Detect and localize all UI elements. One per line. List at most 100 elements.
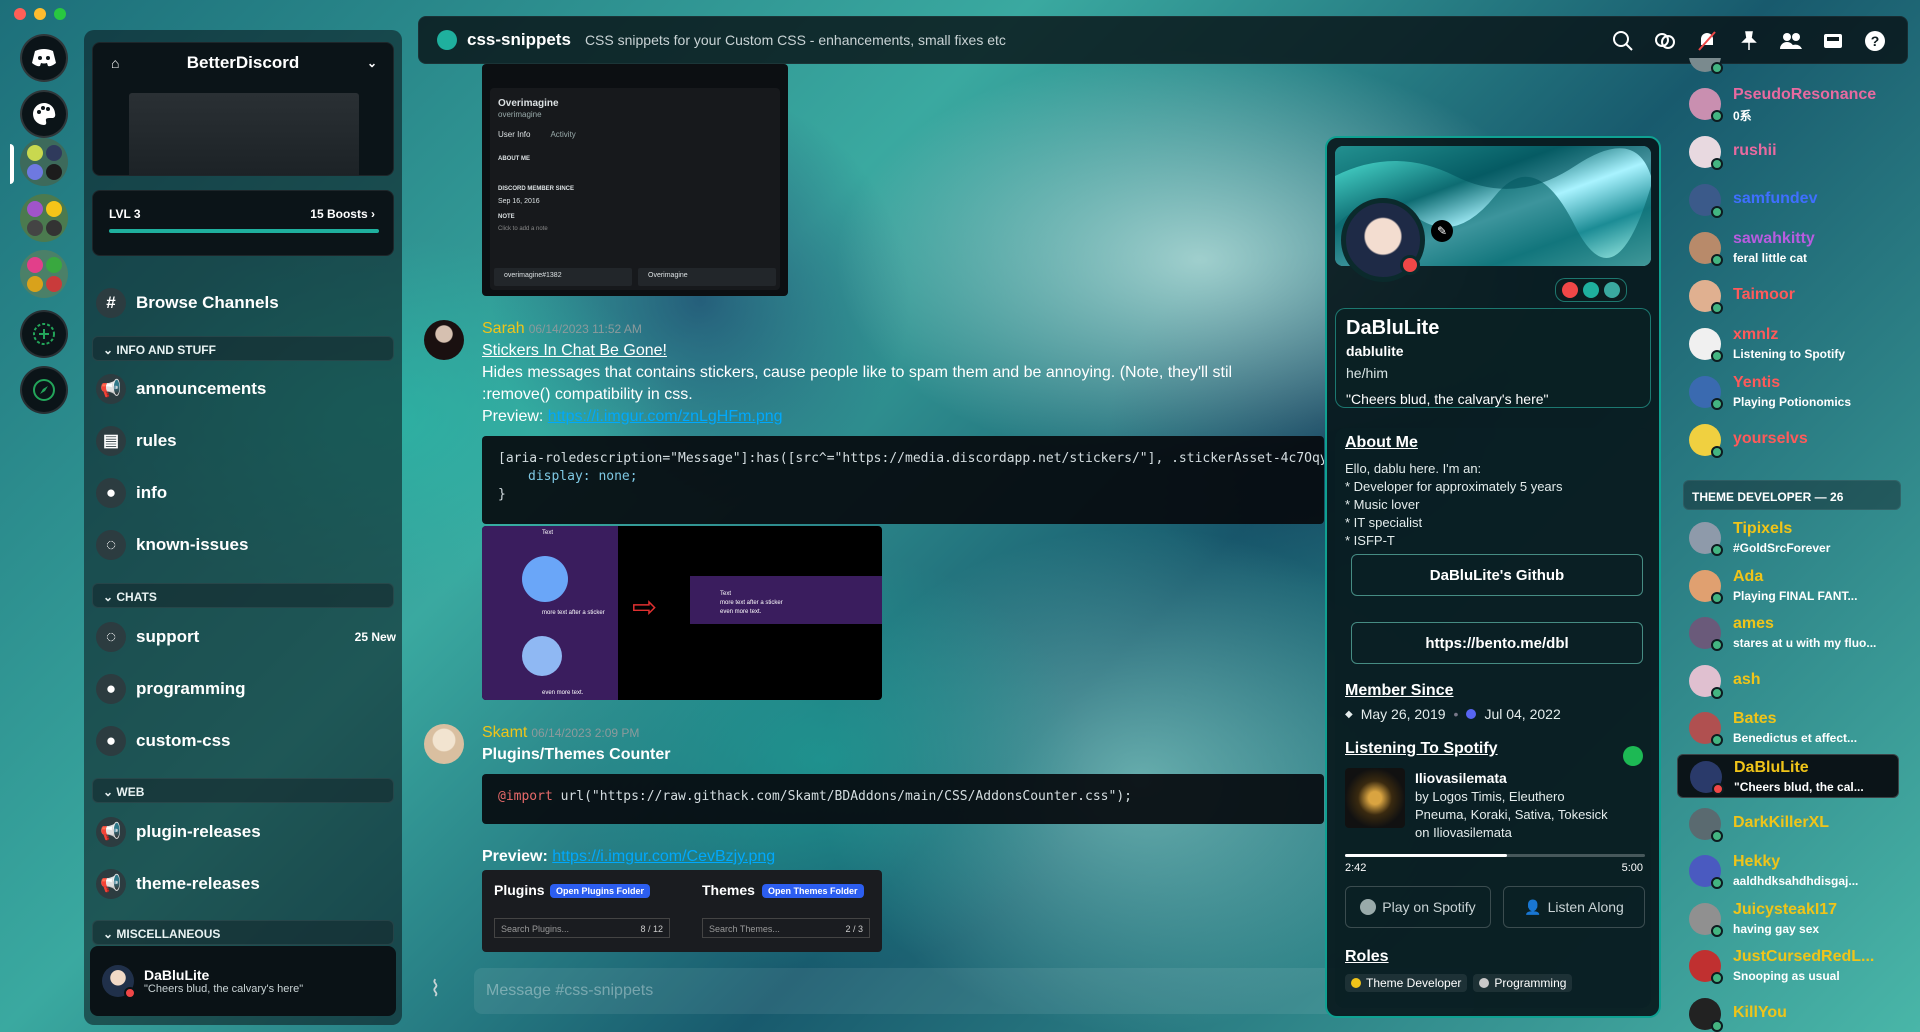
preview-link[interactable]: https://i.imgur.com/znLgHFm.png bbox=[548, 408, 783, 425]
chevron-down-icon[interactable]: ⌄ bbox=[367, 56, 377, 70]
member-name: Tipixels bbox=[1733, 520, 1793, 537]
channel-plugin-releases[interactable]: 📢 plugin-releases bbox=[96, 817, 261, 847]
threads-icon[interactable] bbox=[1651, 27, 1679, 55]
member-item[interactable]: Bates Benedictus et affect... bbox=[1677, 706, 1899, 750]
category-misc[interactable]: ⌄ MISCELLANEOUS bbox=[92, 920, 394, 945]
member-item[interactable]: samfundev bbox=[1677, 178, 1899, 222]
minimize-window-button[interactable] bbox=[34, 8, 46, 20]
song-title[interactable]: Iliovasilemata bbox=[1415, 770, 1507, 786]
preview-handle: overimagine bbox=[498, 110, 542, 119]
channel-custom-css[interactable]: ● custom-css bbox=[96, 726, 230, 756]
profile-avatar[interactable] bbox=[1341, 198, 1425, 282]
inbox-icon[interactable] bbox=[1819, 27, 1847, 55]
boost-progress[interactable]: LVL 3 15 Boosts › bbox=[92, 190, 394, 256]
member-item[interactable]: Ada Playing FINAL FANT... bbox=[1677, 564, 1899, 608]
embedded-image-stickers[interactable]: Text more text after a sticker even more… bbox=[482, 526, 882, 700]
close-window-button[interactable] bbox=[14, 8, 26, 20]
member-item[interactable]: sawahkitty feral little cat bbox=[1677, 226, 1899, 270]
server-banner[interactable]: ⌂ BetterDiscord ⌄ bbox=[92, 42, 394, 176]
member-status: stares at u with my fluo... bbox=[1733, 636, 1877, 651]
member-item[interactable]: DaBluLite "Cheers blud, the cal... bbox=[1677, 754, 1899, 798]
status-dot-icon bbox=[1711, 206, 1723, 218]
channel-rules[interactable]: ▤ rules bbox=[96, 426, 177, 456]
thumb-text: more text after a sticker bbox=[720, 600, 783, 606]
member-item[interactable]: Yentis Playing Potionomics bbox=[1677, 370, 1899, 414]
status-dot-icon bbox=[1711, 639, 1723, 652]
betterdiscord-server-icon[interactable] bbox=[20, 90, 68, 138]
embedded-image-profile-preview[interactable]: Overimagine overimagine User Info Activit… bbox=[482, 64, 788, 296]
server-folder-3[interactable] bbox=[20, 250, 68, 298]
browse-channels[interactable]: # Browse Channels bbox=[96, 288, 279, 318]
channel-support[interactable]: ◌ support 25 New bbox=[96, 622, 396, 652]
embedded-image-addons-counter[interactable]: Plugins Open Plugins Folder Themes Open … bbox=[482, 870, 882, 952]
boost-count-label: 15 Boosts bbox=[310, 207, 368, 221]
member-item[interactable]: DarkKillerXL bbox=[1677, 802, 1899, 846]
member-list: Playing Counter-Strike: ... PseudoResonan… bbox=[1675, 58, 1920, 1032]
chat-bubble-icon: ● bbox=[96, 674, 126, 704]
role-chip[interactable]: Theme Developer bbox=[1345, 974, 1468, 992]
thumb-text: Text bbox=[542, 530, 554, 536]
category-info-label: INFO AND STUFF bbox=[116, 343, 216, 357]
message-input[interactable]: Message #css-snippets bbox=[474, 968, 1474, 1014]
edit-profile-icon[interactable]: ✎ bbox=[1431, 220, 1453, 242]
category-chats[interactable]: ⌄ CHATS bbox=[92, 583, 394, 608]
member-item[interactable]: rushii bbox=[1677, 130, 1899, 174]
explore-button[interactable] bbox=[20, 366, 68, 414]
channel-theme-releases[interactable]: 📢 theme-releases bbox=[96, 869, 260, 899]
play-on-spotify-button[interactable]: Play on Spotify bbox=[1345, 886, 1491, 928]
code-block[interactable]: @import url("https://raw.githack.com/Ska… bbox=[482, 774, 1324, 824]
channel-info[interactable]: ● info bbox=[96, 478, 167, 508]
maximize-window-button[interactable] bbox=[54, 8, 66, 20]
member-item[interactable]: JuicysteakI17 having gay sex bbox=[1677, 897, 1899, 941]
avatar[interactable] bbox=[424, 320, 464, 360]
badge-heart-icon[interactable] bbox=[1562, 282, 1578, 298]
listen-along-button[interactable]: 👤 Listen Along bbox=[1503, 886, 1645, 928]
member-item[interactable]: xmnlz Listening to Spotify bbox=[1677, 322, 1899, 366]
attach-icon[interactable]: ⌇ bbox=[430, 976, 441, 1002]
github-button[interactable]: DaBluLite's Github bbox=[1351, 554, 1643, 596]
pin-icon[interactable] bbox=[1735, 27, 1763, 55]
member-item[interactable]: Hekky aaldhdksahdhdisgaj... bbox=[1677, 849, 1899, 893]
server-folder-2[interactable] bbox=[20, 194, 68, 242]
member-item[interactable]: Tipixels #GoldSrcForever bbox=[1677, 516, 1899, 560]
badge-palette-icon[interactable] bbox=[1604, 282, 1620, 298]
member-item[interactable]: Playing Counter-Strike: ... bbox=[1677, 58, 1899, 78]
member-item[interactable]: PseudoResonance 0系 bbox=[1677, 82, 1899, 126]
message-author[interactable]: Skamt bbox=[482, 724, 527, 741]
member-item[interactable]: ames stares at u with my fluo... bbox=[1677, 611, 1899, 655]
member-item[interactable]: KillYou bbox=[1677, 992, 1899, 1032]
channel-announcements[interactable]: 📢 announcements bbox=[96, 374, 266, 404]
preview-link[interactable]: https://i.imgur.com/CevBzjy.png bbox=[552, 848, 775, 865]
status-dot-icon bbox=[1711, 254, 1723, 266]
search-icon[interactable] bbox=[1609, 27, 1637, 55]
member-item[interactable]: Taimoor bbox=[1677, 274, 1899, 318]
member-item[interactable]: ash bbox=[1677, 659, 1899, 703]
user-panel[interactable]: DaBluLite "Cheers blud, the calvary's he… bbox=[90, 946, 396, 1016]
server-folder-1[interactable] bbox=[20, 138, 68, 186]
channel-known-issues[interactable]: ◌ known-issues bbox=[96, 530, 248, 560]
megaphone-icon: 📢 bbox=[96, 817, 126, 847]
category-web[interactable]: ⌄ WEB bbox=[92, 778, 394, 803]
channel-programming[interactable]: ● programming bbox=[96, 674, 246, 704]
category-info[interactable]: ⌄ INFO AND STUFF bbox=[92, 336, 394, 361]
compass-icon bbox=[33, 379, 55, 401]
member-item[interactable]: yourselvs bbox=[1677, 418, 1899, 462]
message-author[interactable]: Sarah bbox=[482, 320, 525, 337]
discord-join-date: May 26, 2019 bbox=[1360, 706, 1446, 722]
code-line: url("https://raw.githack.com/Skamt/BDAdd… bbox=[552, 789, 1132, 804]
channel-topic[interactable]: CSS snippets for your Custom CSS - enhan… bbox=[585, 32, 1006, 48]
add-server-button[interactable] bbox=[20, 310, 68, 358]
member-item[interactable]: JustCursedRedL... Snooping as usual bbox=[1677, 944, 1899, 988]
album-art[interactable] bbox=[1345, 768, 1405, 828]
code-block[interactable]: [aria-roledescription="Message"]:has([sr… bbox=[482, 436, 1324, 524]
bento-button[interactable]: https://bento.me/dbl bbox=[1351, 622, 1643, 664]
members-icon[interactable] bbox=[1777, 27, 1805, 55]
avatar[interactable] bbox=[102, 965, 136, 999]
mute-bell-icon[interactable] bbox=[1693, 27, 1721, 55]
home-button[interactable] bbox=[20, 34, 68, 82]
role-chip[interactable]: Programming bbox=[1473, 974, 1573, 992]
badge-hash-icon[interactable] bbox=[1583, 282, 1599, 298]
member-status: Playing FINAL FANT... bbox=[1733, 588, 1858, 603]
help-icon[interactable]: ? bbox=[1861, 27, 1889, 55]
avatar[interactable] bbox=[424, 724, 464, 764]
